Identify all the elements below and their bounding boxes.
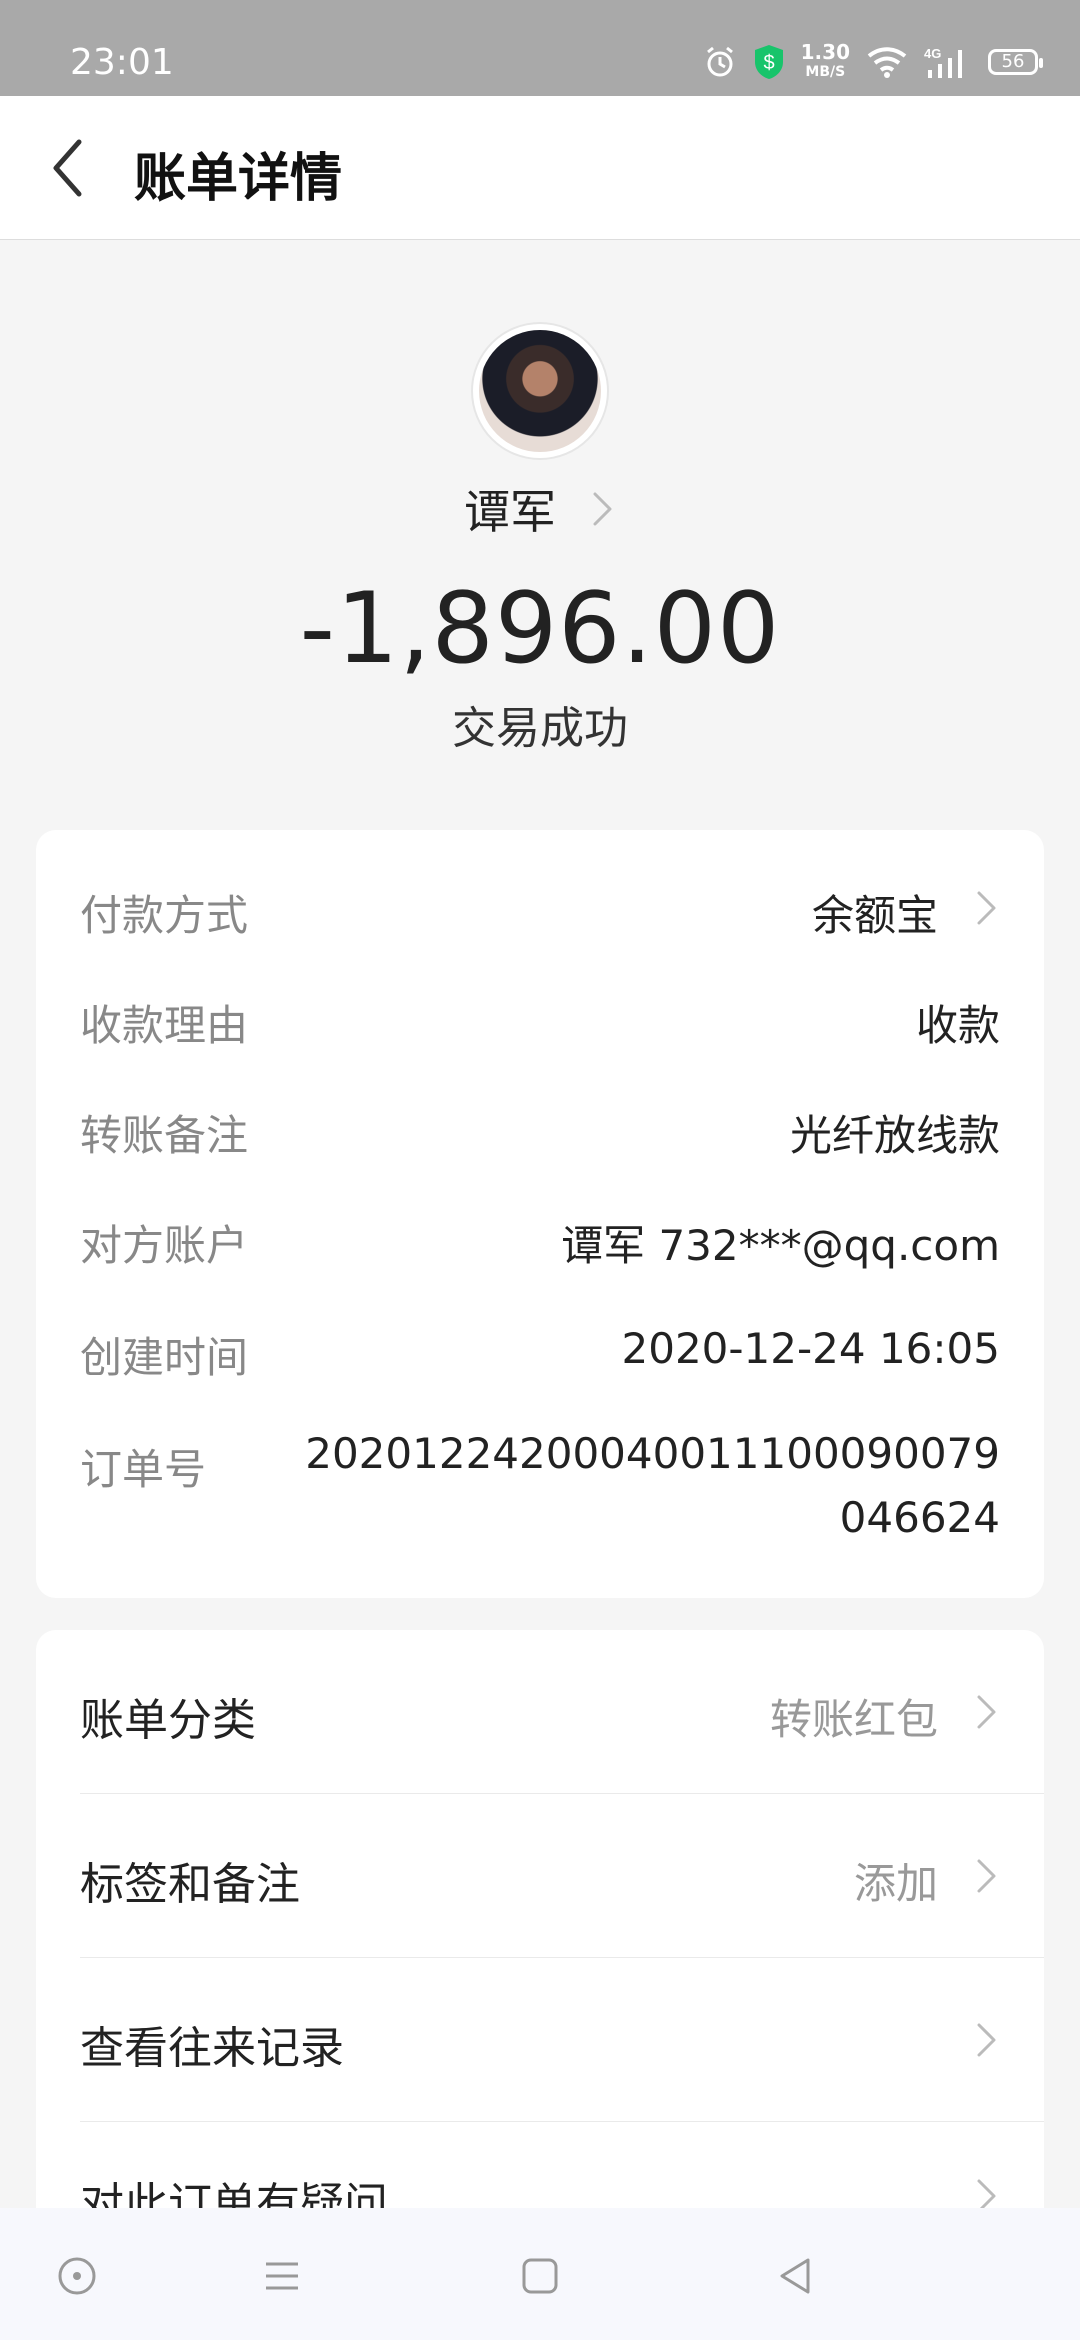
system-navigation-bar [0, 2208, 1080, 2340]
avatar-photo [479, 330, 601, 452]
network-speed-value: 1.30 [800, 40, 850, 64]
bill-category-row[interactable]: 账单分类 转账红包 [36, 1630, 1044, 1794]
detail-row-created-time: 创建时间 2020-12-24 16:05 [36, 1310, 1044, 1390]
transaction-amount: -1,896.00 [299, 572, 781, 686]
chevron-right-icon [977, 2023, 996, 2057]
status-icons: $ 1.30 MB/S 4G 56 [703, 42, 1043, 82]
detail-row-payment-method[interactable]: 付款方式 余额宝 [36, 868, 1044, 948]
signal-icon: 4G [924, 46, 962, 78]
transfer-note-value: 光纤放线款 [789, 1111, 1000, 1160]
navigation-bar: 账单详情 [0, 96, 1080, 240]
tags-notes-label: 标签和备注 [80, 1859, 300, 1910]
payment-method-label: 付款方式 [80, 891, 249, 940]
detail-row-receipt-reason: 收款理由 收款 [36, 978, 1044, 1058]
transaction-details-card: 付款方式 余额宝 收款理由 收款 转账备注 光纤放线款 对方账户 谭军 732*… [36, 830, 1044, 1598]
counterparty-account-label: 对方账户 [80, 1221, 249, 1270]
chevron-right-icon [977, 891, 996, 925]
wifi-icon [867, 47, 907, 78]
triangle-back-icon[interactable] [772, 2252, 820, 2300]
network-speed: 1.30 MB/S [801, 42, 850, 82]
detail-row-order-number: 订单号 20201224200040011100090079046624 [36, 1422, 1044, 1572]
circle-dot-icon[interactable] [53, 2252, 101, 2300]
detail-row-transfer-note: 转账备注 光纤放线款 [36, 1088, 1044, 1168]
receipt-reason-value: 收款 [915, 1001, 1000, 1050]
chevron-right-icon [977, 1859, 996, 1893]
chevron-right-icon [977, 1695, 996, 1729]
square-icon[interactable] [516, 2252, 564, 2300]
avatar[interactable] [473, 324, 607, 458]
transfer-note-label: 转账备注 [80, 1111, 249, 1160]
order-number-label: 订单号 [80, 1445, 207, 1494]
status-bar: 23:01 $ 1.30 MB/S 4G 56 [0, 0, 1080, 96]
payee-name[interactable]: 谭军 [464, 476, 556, 542]
bill-category-value: 转账红包 [769, 1695, 938, 1744]
payee-row[interactable]: 谭军 [0, 476, 1080, 542]
receipt-reason-label: 收款理由 [80, 1001, 249, 1050]
svg-text:$: $ [763, 52, 774, 74]
view-records-label: 查看往来记录 [80, 2023, 344, 2074]
counterparty-account-value: 谭军 732***@qq.com [561, 1221, 1000, 1270]
network-speed-unit: MB/S [805, 64, 846, 80]
page-title: 账单详情 [134, 149, 343, 209]
tags-notes-value: 添加 [853, 1859, 938, 1908]
shield-icon: $ [754, 45, 783, 79]
bill-category-label: 账单分类 [80, 1695, 256, 1746]
network-type-label: 4G [924, 46, 941, 61]
chevron-right-icon [593, 492, 612, 526]
created-time-label: 创建时间 [80, 1333, 249, 1382]
order-number-value: 20201224200040011100090079046624 [305, 1429, 1000, 1542]
alarm-icon [706, 46, 733, 77]
battery-icon: 56 [988, 49, 1043, 75]
transaction-summary: 谭军 -1,896.00 交易成功 [0, 240, 1080, 830]
created-time-value: 2020-12-24 16:05 [621, 1324, 1000, 1373]
payment-method-value: 余额宝 [811, 891, 938, 940]
transaction-status: 交易成功 [452, 703, 628, 754]
view-records-row[interactable]: 查看往来记录 [36, 1958, 1044, 2122]
back-arrow-icon[interactable] [36, 132, 108, 204]
status-time: 23:01 [70, 42, 174, 83]
detail-row-counterparty-account: 对方账户 谭军 732***@qq.com [36, 1198, 1044, 1278]
menu-icon[interactable] [258, 2252, 306, 2300]
tags-notes-row[interactable]: 标签和备注 添加 [36, 1794, 1044, 1958]
